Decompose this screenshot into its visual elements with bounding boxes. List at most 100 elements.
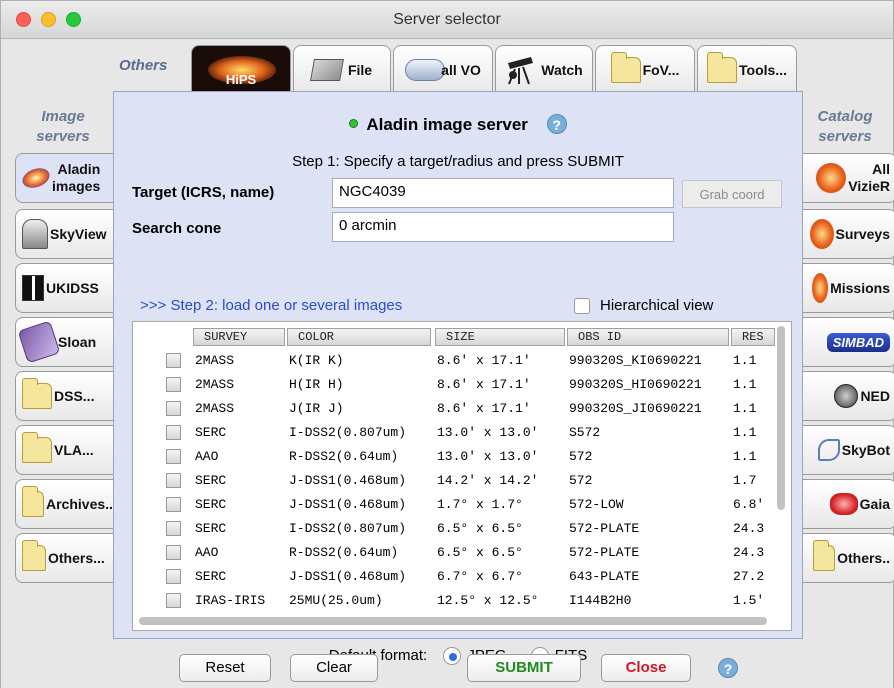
tab-missions[interactable]: Missions	[803, 263, 894, 313]
table-cell: 1.1	[733, 401, 757, 416]
table-row[interactable]: SERC I-DSS2(0.807um) 6.5° x 6.5° 572-PLATE 2…	[133, 517, 791, 541]
status-dot-icon	[349, 119, 359, 129]
table-row[interactable]: SERC J-DSS1(0.468um) 1.7° x 1.7° 572-LOW 6.8…	[133, 493, 791, 517]
row-checkbox[interactable]	[166, 521, 181, 536]
search-cone-input[interactable]: 0 arcmin	[332, 212, 674, 242]
tab-file[interactable]: File	[293, 45, 391, 93]
col-header-obs-id[interactable]: OBS ID	[567, 328, 729, 346]
table-row[interactable]: SERC J-DSS1(0.468um) 6.7° x 6.7° 643-PLATE 2…	[133, 565, 791, 589]
grab-coord-button[interactable]: Grab coord	[682, 180, 782, 208]
table-cell: H(IR H)	[289, 377, 344, 392]
tab-others-right[interactable]: Others..	[803, 533, 894, 583]
tab-fov[interactable]: FoV...	[595, 45, 695, 93]
tab-vla[interactable]: VLA...	[15, 425, 115, 475]
col-header-size[interactable]: SIZE	[435, 328, 565, 346]
folder-icon	[610, 51, 641, 83]
tab-dss-label: DSS...	[54, 388, 95, 404]
row-checkbox[interactable]	[166, 425, 181, 440]
table-row[interactable]: SERC J-DSS1(0.468um) 14.2' x 14.2' 572 1.7	[133, 469, 791, 493]
skybot-icon	[817, 439, 840, 461]
title-bar[interactable]: Server selector	[1, 1, 893, 39]
hierarchical-view-label: Hierarchical view	[600, 297, 714, 314]
table-cell: 6.5° x 6.5°	[437, 521, 523, 536]
tab-hips[interactable]: HiPS	[191, 45, 291, 93]
vertical-scrollbar[interactable]	[777, 326, 785, 510]
clear-button[interactable]: Clear	[290, 654, 378, 682]
row-checkbox[interactable]	[166, 401, 181, 416]
telescope-icon	[508, 56, 534, 84]
tab-ukidss-label: UKIDSS	[46, 280, 99, 296]
table-cell: 24.3	[733, 521, 765, 536]
help-icon[interactable]: ?	[718, 658, 738, 678]
table-row[interactable]: 2MASS K(IR K) 8.6' x 17.1' 990320S_KI069022…	[133, 349, 791, 373]
table-cell: I144B2H0	[569, 593, 632, 608]
folder-icon	[707, 51, 738, 83]
surveys-icon	[809, 219, 834, 249]
tab-fov-label: FoV...	[642, 61, 680, 78]
tab-watch[interactable]: Watch	[495, 45, 593, 93]
tab-vla-label: VLA...	[54, 442, 94, 458]
tab-ned[interactable]: NED	[803, 371, 894, 421]
col-header-color[interactable]: COLOR	[287, 328, 431, 346]
row-checkbox[interactable]	[166, 353, 181, 368]
tab-aladin-images[interactable]: Aladin images	[15, 153, 115, 203]
col-header-survey[interactable]: SURVEY	[193, 328, 285, 346]
tab-gaia[interactable]: Gaia	[803, 479, 894, 529]
close-button[interactable]: Close	[601, 654, 691, 682]
table-row[interactable]: AAO R-DSS2(0.64um) 13.0' x 13.0' 572 1.1	[133, 445, 791, 469]
table-row[interactable]: 2MASS H(IR H) 8.6' x 17.1' 990320S_HI069022…	[133, 373, 791, 397]
image-servers-caption: Image servers	[36, 108, 90, 145]
table-cell: AAO	[195, 545, 219, 560]
col-header-res[interactable]: RES	[731, 328, 775, 346]
step2-instruction: >>> Step 2: load one or several images	[140, 297, 403, 314]
row-checkbox[interactable]	[166, 593, 181, 608]
folder-icon	[813, 540, 836, 571]
table-cell: 1.7° x 1.7°	[437, 497, 523, 512]
row-checkbox[interactable]	[166, 569, 181, 584]
table-header: SURVEY COLOR SIZE OBS ID RES	[133, 322, 791, 349]
tab-simbad[interactable]: SIMBAD	[803, 317, 894, 367]
tab-all-vo[interactable]: all VO	[393, 45, 493, 93]
tab-others-left-label: Others...	[48, 550, 105, 566]
table-cell: 13.0' x 13.0'	[437, 449, 539, 464]
table-cell: 643-PLATE	[569, 569, 640, 584]
row-checkbox[interactable]	[166, 497, 181, 512]
row-checkbox[interactable]	[166, 473, 181, 488]
reset-button[interactable]: Reset	[179, 654, 271, 682]
ned-logo-icon	[834, 384, 859, 408]
missions-icon	[812, 273, 829, 303]
folder-icon	[22, 486, 44, 517]
tab-all-vizier[interactable]: All VizieR	[803, 153, 894, 203]
tab-tools[interactable]: Tools...	[697, 45, 797, 93]
tab-sloan[interactable]: Sloan	[15, 317, 115, 367]
horizontal-scrollbar[interactable]	[139, 617, 767, 625]
table-cell: 2MASS	[195, 377, 235, 392]
table-row[interactable]: IRAS-IRIS 25MU(25.0um) 12.5° x 12.5° I144B2…	[133, 589, 791, 613]
tab-others-left[interactable]: Others...	[15, 533, 115, 583]
table-cell: 572	[569, 473, 593, 488]
tab-archives[interactable]: Archives...	[15, 479, 115, 529]
image-list-table[interactable]: SURVEY COLOR SIZE OBS ID RES 2MASS K(IR K…	[132, 321, 792, 631]
table-cell: I-DSS2(0.807um)	[289, 425, 407, 440]
target-input[interactable]: NGC4039	[332, 178, 674, 208]
tab-dss[interactable]: DSS...	[15, 371, 115, 421]
row-checkbox[interactable]	[166, 449, 181, 464]
row-checkbox[interactable]	[166, 377, 181, 392]
table-row[interactable]: SERC I-DSS2(0.807um) 13.0' x 13.0' S572 1.1	[133, 421, 791, 445]
hierarchical-view-checkbox[interactable]	[574, 297, 590, 314]
hierarchical-view-toggle[interactable]: Hierarchical view	[574, 297, 713, 314]
tab-all-label-2: VizieR	[848, 178, 890, 194]
tab-ukidss[interactable]: UKIDSS	[15, 263, 115, 313]
table-row[interactable]: AAO R-DSS2(0.64um) 6.5° x 6.5° 572-PLATE 24.…	[133, 541, 791, 565]
submit-button[interactable]: SUBMIT	[467, 654, 581, 682]
table-cell: 572	[569, 449, 593, 464]
tab-skyview[interactable]: SkyView	[15, 209, 115, 259]
table-row[interactable]: 2MASS J(IR J) 8.6' x 17.1' 990320S_JI069022…	[133, 397, 791, 421]
table-cell: 8.6' x 17.1'	[437, 401, 531, 416]
help-icon[interactable]: ?	[546, 114, 567, 134]
tab-skybot[interactable]: SkyBot	[803, 425, 894, 475]
row-checkbox[interactable]	[166, 545, 181, 560]
tab-surveys[interactable]: Surveys	[803, 209, 894, 259]
jpeg-radio[interactable]	[443, 647, 462, 666]
cloud-icon	[405, 58, 446, 81]
